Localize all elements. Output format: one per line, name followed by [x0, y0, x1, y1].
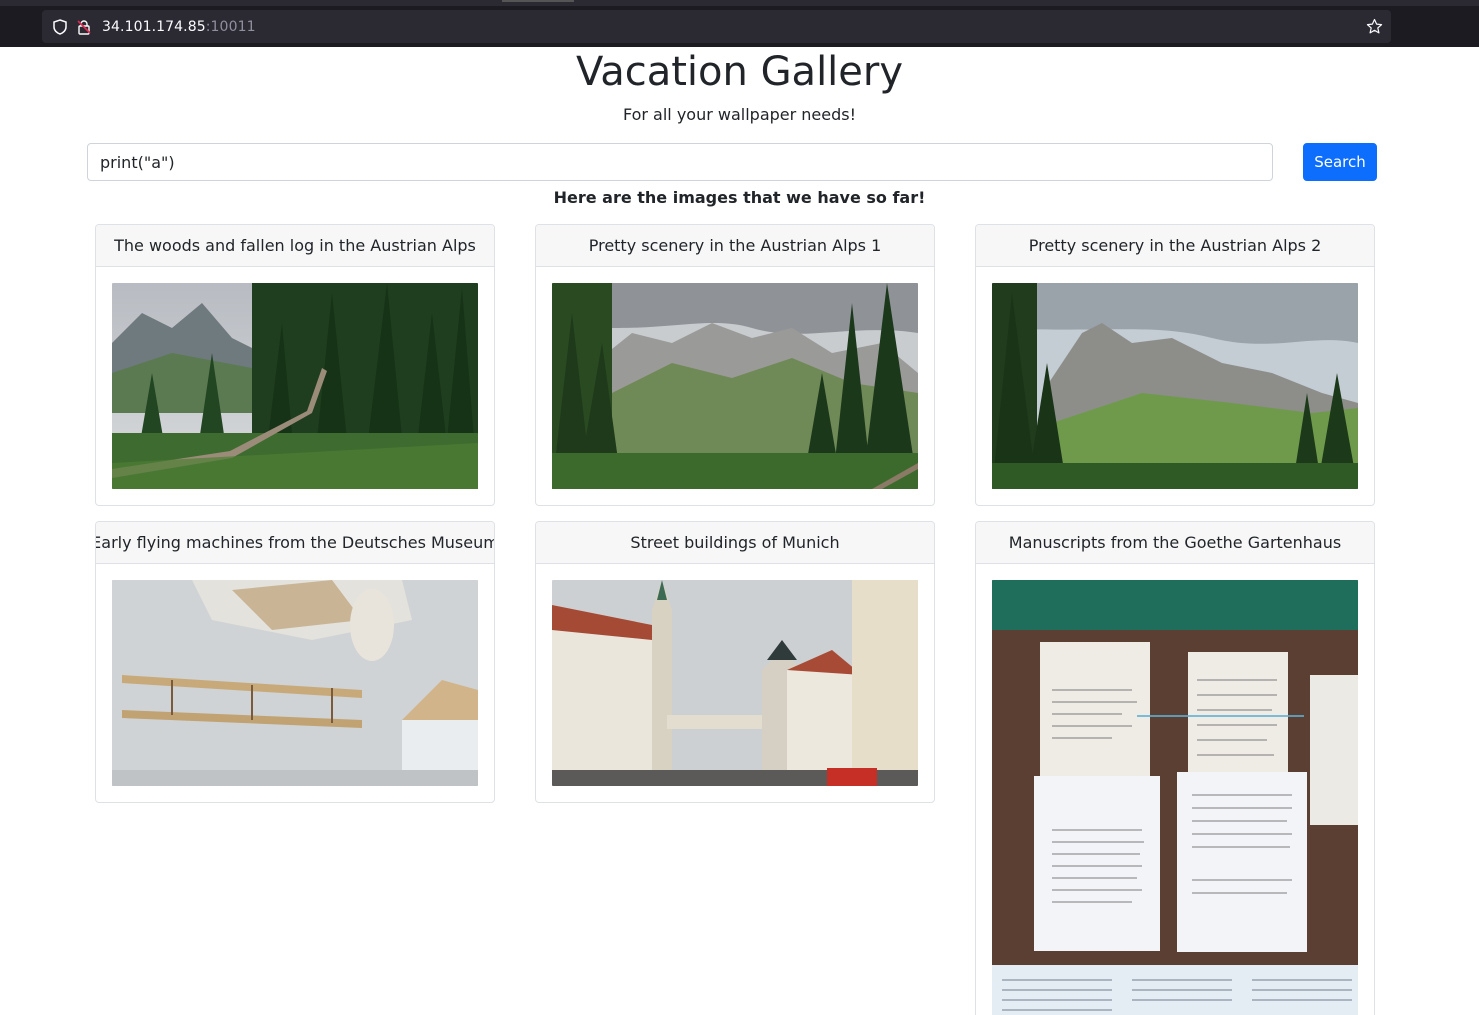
search-input[interactable]: [87, 143, 1273, 181]
card-caption: Pretty scenery in the Austrian Alps 2: [976, 225, 1374, 267]
photo-munich-street-buildings[interactable]: [552, 580, 918, 786]
photo-early-flying-machines[interactable]: [112, 580, 478, 786]
url-text[interactable]: 34.101.174.85:10011: [102, 19, 256, 35]
search-button[interactable]: Search: [1303, 143, 1377, 181]
gallery-card: Early flying machines from the Deutsches…: [95, 521, 495, 803]
page-title: Vacation Gallery: [575, 49, 904, 95]
card-caption: Pretty scenery in the Austrian Alps 1: [536, 225, 934, 267]
insecure-lock-icon[interactable]: [76, 19, 92, 35]
browser-toolbar: 34.101.174.85:10011: [0, 0, 1479, 47]
url-port: :10011: [205, 18, 256, 35]
card-caption: Early flying machines from the Deutsches…: [96, 522, 494, 564]
tab-strip: [0, 0, 1479, 6]
url-host: 34.101.174.85: [102, 18, 206, 35]
photo-woods-fallen-log[interactable]: [112, 283, 478, 489]
gallery-intro: Here are the images that we have so far!: [553, 188, 926, 207]
active-tab-indicator[interactable]: [502, 0, 574, 2]
gallery-card: Street buildings of Munich: [535, 521, 935, 803]
gallery-card: The woods and fallen log in the Austrian…: [95, 224, 495, 506]
gallery-card: Manuscripts from the Goethe Gartenhaus: [975, 521, 1375, 1015]
shield-icon[interactable]: [52, 18, 68, 35]
card-caption: Street buildings of Munich: [536, 522, 934, 564]
photo-austrian-alps-1[interactable]: [552, 283, 918, 489]
gallery-card: Pretty scenery in the Austrian Alps 1: [535, 224, 935, 506]
bookmark-star-icon[interactable]: [1366, 18, 1383, 39]
gallery-card: Pretty scenery in the Austrian Alps 2: [975, 224, 1375, 506]
photo-goethe-manuscripts[interactable]: [992, 580, 1358, 1015]
page-subtitle: For all your wallpaper needs!: [622, 105, 857, 124]
photo-austrian-alps-2[interactable]: [992, 283, 1358, 489]
card-caption: Manuscripts from the Goethe Gartenhaus: [976, 522, 1374, 564]
address-bar[interactable]: 34.101.174.85:10011: [42, 10, 1391, 43]
card-caption: The woods and fallen log in the Austrian…: [96, 225, 494, 267]
